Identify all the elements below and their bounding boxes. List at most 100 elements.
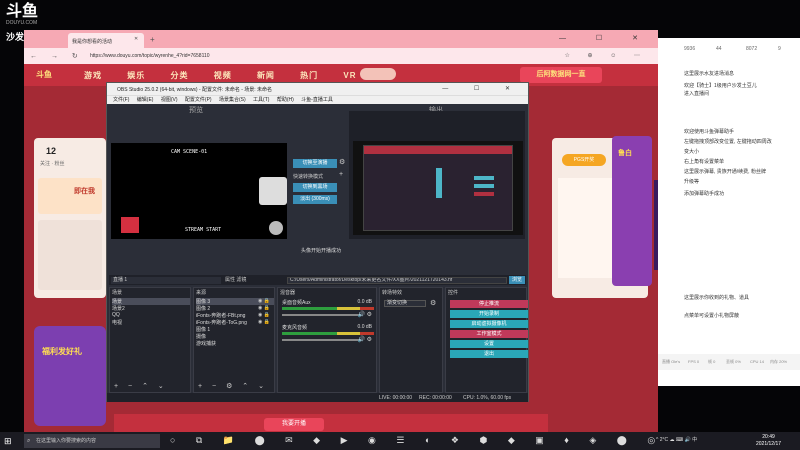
gear-icon[interactable]: ⚙ [339,158,345,166]
left-card[interactable]: 即在我 [38,178,102,214]
source-item[interactable]: iFonts-奔跑者-ToG.png [196,319,247,326]
site-nav-item[interactable]: 热门 [300,71,318,80]
plus-icon[interactable]: + [339,171,343,178]
eye-icon[interactable]: ◉ 🔒 [258,305,270,311]
cpu-status: CPU: 1.0%, 60.00 fps [463,395,512,401]
source-item[interactable]: iFonts-奔跑者-FBt.png [196,312,245,319]
start-stream-button[interactable]: 我要开播 [264,418,324,431]
browser-toolbar-icons[interactable]: ☆ ⊕ ☺ ⋯ [564,52,648,59]
scenes-title: 场景 [112,290,123,296]
chat-stat: 帧 0 [708,359,716,364]
taskbar-clock[interactable]: 20:49 2021/12/17 [756,434,781,448]
menu-edit[interactable]: 编辑(E) [137,97,154,103]
site-banner[interactable]: 后阿数据网一直 [520,67,602,83]
volume-slider[interactable] [282,339,362,341]
system-tray[interactable]: ^ 2°C ☁ ⌨ 🔊 中 [656,436,697,443]
speaker-icon[interactable]: 🔊 ⚙ [357,311,372,318]
chat-stat: CPU 14 [750,359,765,364]
eye-icon[interactable]: ◉ 🔒 [258,319,270,325]
site-logo[interactable]: 斗鱼 [36,69,52,80]
follow-count: 12 [46,146,57,156]
volume-meter [282,307,374,310]
search-icon: ⌕ [27,438,31,444]
left-card-2[interactable] [38,220,102,290]
chat-stat: 8072 [746,46,758,52]
menu-help[interactable]: 帮助(H) [277,97,294,103]
source-item[interactable]: 图像 1 [196,326,210,333]
side-game-banner[interactable]: 鲁白 [612,136,652,286]
chat-message: 这里展示水友进场消息 [684,71,735,77]
site-nav-item[interactable]: 新闻 [257,71,275,80]
transitions-title: 转场特效 [382,290,403,296]
scene-item[interactable]: QQ [112,312,120,318]
exit-button[interactable]: 退出 [450,350,528,358]
start-button[interactable]: ⊞ [4,436,12,447]
site-nav-item[interactable]: 视频 [214,71,232,80]
pgs-button[interactable]: PGS开奖 [562,154,606,166]
fade-button[interactable]: 淡出 (300ms) [293,195,337,204]
studio-mode-button[interactable]: 切换至演播 [293,159,337,168]
site-search-input[interactable] [360,68,396,80]
source-item[interactable]: 摄像 [196,333,206,340]
browse-button[interactable]: 浏览 [509,276,525,284]
new-tab-icon[interactable]: + [150,35,155,44]
promo-left-text: 福利发好礼 [42,347,82,356]
taskbar-search-input[interactable]: ⌕ 在这里输入你要搜索的内容 [24,434,160,448]
site-nav-item[interactable]: 分类 [170,71,188,80]
cat-image [259,177,287,205]
browser-nav-buttons[interactable]: ← → ↻ [30,52,84,60]
virtual-camera-button[interactable]: 启动虚拟摄像机 [450,320,528,328]
scene-item[interactable]: 场景 [112,298,190,305]
studio-mode-button[interactable]: 工作室模式 [450,330,528,338]
obs-window: OBS Studio 25.0.2 (64-bit, windows) - 配置… [106,82,529,402]
rec-timer: REC: 00:00:00 [419,395,452,401]
chat-message: 这里展示你收到的礼物、道具 [684,295,750,301]
menu-tools[interactable]: 工具(T) [253,97,269,103]
scene-item[interactable]: 场景2 [112,305,125,312]
taskbar-app-icons[interactable]: ○ ⧉ 📁 ⬤ ✉ ◆ ▶ ◉ ☰ ◐ ❖ ⬢ ◆ ▣ ♦ ◈ ⬤ ◎ [170,435,664,446]
browser-address-bar: ← → ↻ https://www.douyu.com/topic/wyrenh… [24,48,658,64]
stop-stream-button[interactable]: 停止推流 [450,300,528,308]
site-nav-item[interactable]: 娱乐 [127,71,145,80]
scene-toolbar[interactable]: + − ⌃ ⌄ [114,382,168,390]
volume-slider[interactable] [282,314,362,316]
site-nav-item[interactable]: VR [343,71,356,80]
mixer-dock: 混音器 桌面音频Aux 0.0 dB 🔊 ⚙ 麦克风音频 0.0 dB 🔊 ⚙ [277,287,377,393]
source-item[interactable]: 游戏捕获 [196,340,216,347]
eye-icon[interactable]: ◉ 🔒 [258,298,270,304]
chat-message: 点菜单可设置小礼物屏蔽 [684,313,740,319]
chat-top-bar: 9936 44 8072 9 [658,38,800,66]
speaker-icon[interactable]: 🔊 ⚙ [357,336,372,343]
source-toolbar[interactable]: + − ⚙ ⌃ ⌄ [198,382,268,390]
side-game-text: 鲁白 [618,150,632,157]
site-nav-item[interactable]: 游戏 [84,71,102,80]
chat-stat: 丢帧 0% [726,359,741,364]
menu-douyu[interactable]: 斗鱼-直播工具 [301,97,333,103]
tab-close-icon[interactable]: ✕ [134,36,138,42]
menu-profile[interactable]: 配置文件(P) [185,97,212,103]
transition-select[interactable]: 渐变切换 [384,300,426,307]
source-item[interactable]: 图像 2 [196,305,210,312]
menu-file[interactable]: 文件(F) [113,97,129,103]
browser-tab[interactable]: 我是你想看的活动 [68,33,144,48]
menu-view[interactable]: 视图(V) [161,97,178,103]
file-path-input[interactable]: C:/Users/Administrator/Desktop/未来更名文件/XX… [287,277,507,284]
preview-canvas[interactable]: CAM SCENE-01 STREAM START [111,143,287,239]
source-options[interactable]: 属性 滤镜 [225,277,246,284]
start-recording-button[interactable]: 开始录制 [450,310,528,318]
obs-window-buttons[interactable]: — ☐ ✕ [442,85,522,92]
chat-stat: FPS 0 [688,359,700,364]
preview-label: 预览 [189,107,203,114]
settings-button[interactable]: 设置 [450,340,528,348]
eye-icon[interactable]: ◉ 🔒 [258,312,270,318]
url-input[interactable]: https://www.douyu.com/topic/wyrenhe_4?ri… [90,53,210,59]
transition-panel: 切换至演播 ⚙ 快速转换模式 + 切换到黑场 淡出 (300ms) 头像开始开播… [293,113,345,254]
chat-message: 右上角有设置菜单 [684,159,725,165]
promo-banner-left[interactable]: 福利发好礼 [34,326,106,426]
cut-button[interactable]: 切换到黑场 [293,183,337,192]
clock-date: 2021/12/17 [756,441,782,447]
scene-item[interactable]: 电视 [112,319,122,326]
menu-scene-collection[interactable]: 场景集合(S) [219,97,246,103]
browser-window-buttons[interactable]: — ☐ ✕ [559,34,652,42]
gear-icon[interactable]: ⚙ [430,299,436,307]
